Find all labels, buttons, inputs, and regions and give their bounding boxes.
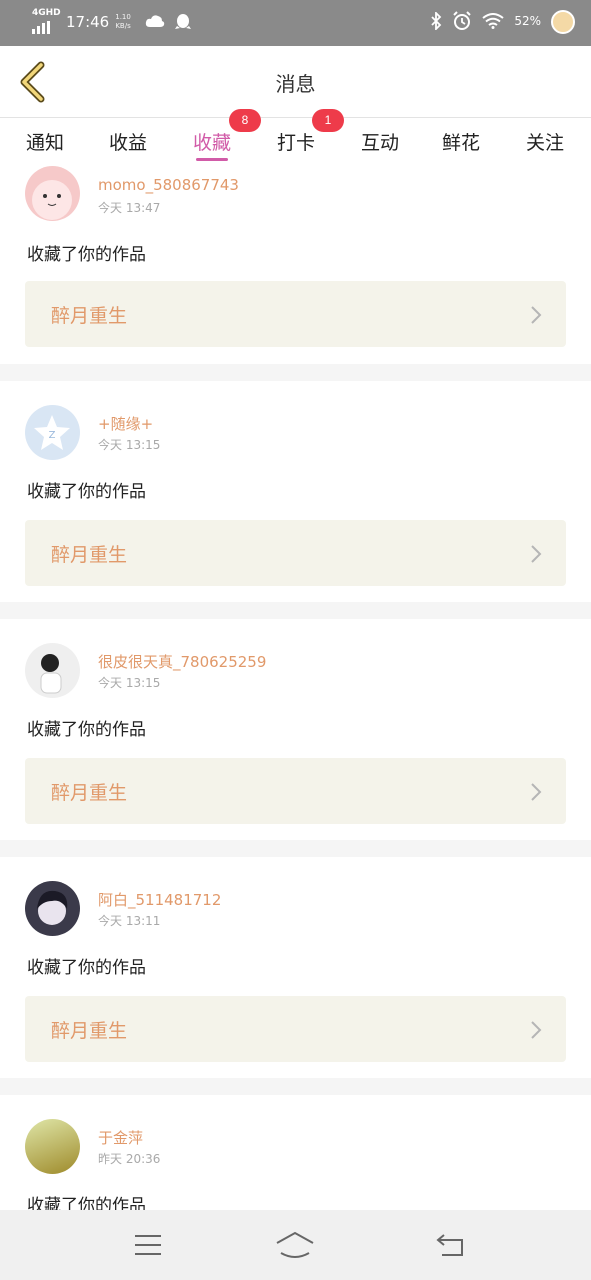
avatar[interactable] bbox=[25, 1119, 80, 1174]
battery-level: 52% bbox=[514, 14, 541, 28]
chevron-right-icon bbox=[531, 545, 542, 563]
list-item: 很皮很天真_780625259 今天 13:15 收藏了你的作品 醉月重生 bbox=[0, 619, 591, 839]
tab-favorites[interactable]: 收藏 bbox=[193, 128, 231, 155]
work-link[interactable]: 醉月重生 bbox=[25, 758, 566, 824]
list-item: momo_580867743 今天 13:47 收藏了你的作品 醉月重生 bbox=[0, 164, 591, 384]
list-item: 于金萍 昨天 20:36 收藏了你的作品 bbox=[0, 1095, 591, 1210]
signal-icon: 4GHD bbox=[32, 8, 61, 34]
wifi-icon bbox=[482, 13, 504, 29]
action-text: 收藏了你的作品 bbox=[27, 482, 146, 502]
active-tab-indicator bbox=[196, 158, 228, 161]
bluetooth-icon bbox=[431, 12, 442, 30]
tab-bar: 通知 收益 收藏 8 打卡 1 互动 鲜花 关注 bbox=[0, 109, 591, 164]
home-button[interactable] bbox=[275, 1228, 315, 1262]
list-item: Z +随缘+ 今天 13:15 收藏了你的作品 醉月重生 bbox=[0, 381, 591, 601]
timestamp: 今天 13:47 bbox=[98, 201, 161, 215]
page-title: 消息 bbox=[275, 72, 316, 96]
action-text: 收藏了你的作品 bbox=[27, 245, 146, 265]
work-title: 醉月重生 bbox=[51, 1020, 128, 1042]
tab-checkin[interactable]: 打卡 bbox=[277, 128, 315, 155]
timestamp: 今天 13:11 bbox=[98, 914, 161, 928]
network-speed: 1.10 KB/s bbox=[115, 13, 131, 30]
divider bbox=[0, 1078, 591, 1095]
system-nav-bar bbox=[0, 1210, 591, 1280]
status-time: 17:46 bbox=[66, 13, 110, 31]
chevron-right-icon bbox=[531, 306, 542, 324]
back-arrow-icon bbox=[436, 1234, 463, 1256]
username[interactable]: 很皮很天真_780625259 bbox=[98, 651, 266, 672]
work-link[interactable]: 醉月重生 bbox=[25, 281, 566, 347]
avatar[interactable] bbox=[25, 166, 80, 221]
alarm-icon bbox=[453, 11, 472, 30]
work-link[interactable]: 醉月重生 bbox=[25, 520, 566, 586]
work-title: 醉月重生 bbox=[51, 782, 128, 804]
tab-notifications[interactable]: 通知 bbox=[26, 128, 64, 155]
action-text: 收藏了你的作品 bbox=[27, 720, 146, 740]
divider bbox=[0, 602, 591, 619]
username[interactable]: momo_580867743 bbox=[98, 176, 239, 194]
header: 消息 bbox=[0, 46, 591, 118]
message-list[interactable]: momo_580867743 今天 13:47 收藏了你的作品 醉月重生 Z +… bbox=[0, 164, 591, 1210]
flower-icon bbox=[551, 10, 575, 34]
tab-earnings[interactable]: 收益 bbox=[109, 128, 147, 155]
chevron-right-icon bbox=[531, 783, 542, 801]
status-right: 52% bbox=[430, 11, 541, 31]
avatar[interactable] bbox=[25, 643, 80, 698]
timestamp: 今天 13:15 bbox=[98, 438, 161, 452]
menu-button[interactable] bbox=[128, 1228, 168, 1262]
divider bbox=[0, 364, 591, 381]
tab-follows[interactable]: 关注 bbox=[526, 128, 564, 155]
avatar[interactable] bbox=[25, 881, 80, 936]
menu-icon bbox=[135, 1235, 161, 1255]
timestamp: 今天 13:15 bbox=[98, 676, 161, 690]
divider bbox=[0, 840, 591, 857]
tab-flowers[interactable]: 鲜花 bbox=[442, 128, 480, 155]
action-text: 收藏了你的作品 bbox=[27, 1196, 146, 1210]
status-left: 4GHD 17:46 1.10 KB/s bbox=[32, 8, 191, 34]
svg-text:Z: Z bbox=[49, 430, 56, 441]
checkin-badge: 1 bbox=[312, 109, 344, 132]
qq-icon bbox=[174, 14, 191, 29]
work-link[interactable]: 醉月重生 bbox=[25, 996, 566, 1062]
tab-interactions[interactable]: 互动 bbox=[361, 128, 399, 155]
work-title: 醉月重生 bbox=[51, 305, 128, 327]
network-type: 4GHD bbox=[32, 8, 61, 18]
work-title: 醉月重生 bbox=[51, 544, 128, 566]
username[interactable]: +随缘+ bbox=[98, 413, 153, 434]
cloud-icon bbox=[145, 15, 165, 27]
avatar[interactable]: Z bbox=[25, 405, 80, 460]
favorites-badge: 8 bbox=[229, 109, 261, 132]
list-item: 阿白_511481712 今天 13:11 收藏了你的作品 醉月重生 bbox=[0, 857, 591, 1077]
chevron-right-icon bbox=[531, 1021, 542, 1039]
home-icon bbox=[276, 1231, 314, 1258]
username[interactable]: 于金萍 bbox=[98, 1127, 143, 1148]
status-bar: 4GHD 17:46 1.10 KB/s 52% bbox=[0, 0, 591, 46]
action-text: 收藏了你的作品 bbox=[27, 958, 146, 978]
username[interactable]: 阿白_511481712 bbox=[98, 889, 221, 910]
timestamp: 昨天 20:36 bbox=[98, 1152, 161, 1166]
back-nav-button[interactable] bbox=[430, 1228, 470, 1262]
